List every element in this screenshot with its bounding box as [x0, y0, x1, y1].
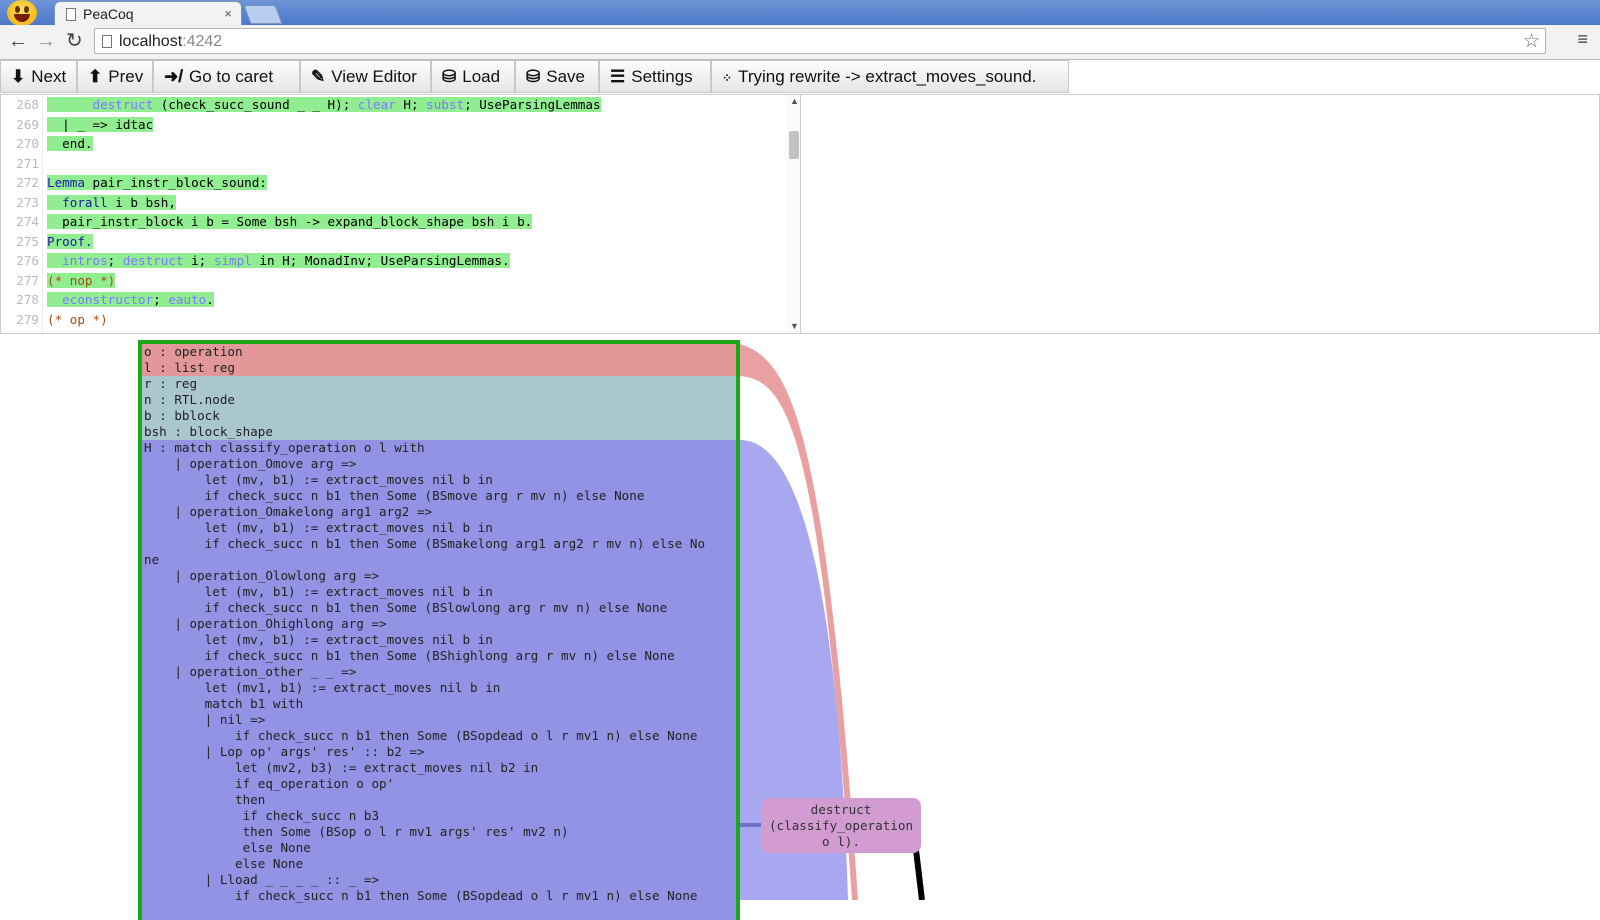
hypotheses-gray[interactable]: r : reg n : RTL.node b : bblock bsh : bl…: [142, 376, 736, 440]
proof-tree-goal[interactable]: o : operation l : list reg r : reg n : R…: [138, 340, 740, 920]
tactic-text: destruct (classify_operation o l).: [768, 802, 914, 849]
tactic-node[interactable]: destruct (classify_operation o l).: [761, 798, 921, 853]
hypothesis-h[interactable]: H : match classify_operation o l with | …: [142, 440, 736, 920]
hypotheses-red[interactable]: o : operation l : list reg: [142, 344, 736, 376]
tactic-child-edge: [913, 849, 925, 900]
